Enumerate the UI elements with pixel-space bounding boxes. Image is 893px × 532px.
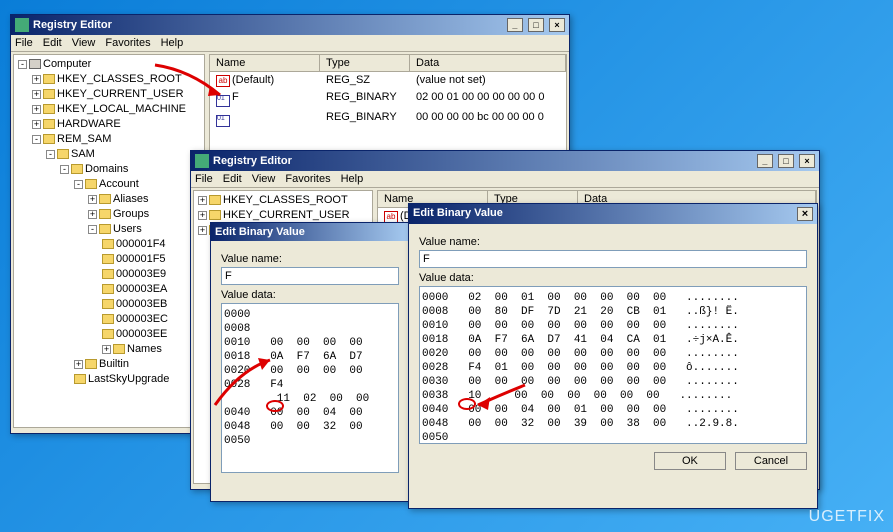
tree-item[interactable]: HKEY_LOCAL_MACHINE [57,103,186,115]
watermark: UGETFIX [809,508,885,526]
tree-item[interactable]: Builtin [99,358,129,370]
cancel-button[interactable]: Cancel [735,452,807,470]
menu-view[interactable]: View [252,173,276,185]
regedit-icon [195,154,209,168]
tree-item[interactable]: 000003EE [116,328,167,340]
col-name[interactable]: Name [210,55,320,71]
value-data-label: Value data: [419,272,807,284]
tree-item[interactable]: Users [113,223,142,235]
tree-item[interactable]: LastSkyUpgrade [88,373,169,385]
tree-item[interactable]: Domains [85,163,128,175]
regedit-icon [15,18,29,32]
menubar-2[interactable]: File Edit View Favorites Help [191,171,819,188]
string-icon: ab [216,75,230,87]
list-row[interactable]: ab(Default) REG_SZ (value not set) [210,72,566,89]
hex-editor-1[interactable]: 0000 0008 0010 00 00 00 00 0018 0A F7 6A… [221,303,399,473]
tree-item[interactable]: Account [99,178,139,190]
close-button[interactable]: × [549,18,565,32]
menu-view[interactable]: View [72,37,96,49]
value-name-label: Value name: [419,236,807,248]
tree-item[interactable]: Names [127,343,162,355]
tree-root[interactable]: Computer [43,58,91,70]
value-name-input[interactable] [419,250,807,268]
tree-item[interactable]: 000001F4 [116,238,166,250]
window-title-1: Registry Editor [33,19,112,31]
binary-icon: 01 [216,95,230,107]
tree-item[interactable]: 000003EC [116,313,168,325]
window-title-2: Registry Editor [213,155,292,167]
maximize-button[interactable]: □ [778,154,794,168]
value-data-label: Value data: [221,289,399,301]
tree-item[interactable]: HKEY_CURRENT_USER [57,88,184,100]
value-name-label: Value name: [221,253,399,265]
col-type[interactable]: Type [320,55,410,71]
tree-item[interactable]: 000001F5 [116,253,166,265]
tree-pane-1[interactable]: -Computer +HKEY_CLASSES_ROOT +HKEY_CURRE… [13,54,205,428]
tree-item[interactable]: HKEY_CURRENT_USER [223,209,350,221]
list-row[interactable]: 01 REG_BINARY 00 00 00 00 bc 00 00 00 0 [210,109,566,129]
minimize-button[interactable]: _ [507,18,523,32]
dialog-title-1[interactable]: Edit Binary Value [211,223,409,241]
tree-item[interactable]: HARDWARE [57,118,121,130]
menu-edit[interactable]: Edit [43,37,62,49]
list-row[interactable]: 01F REG_BINARY 02 00 01 00 00 00 00 00 0 [210,89,566,109]
menu-file[interactable]: File [15,37,33,49]
dialog-close-button[interactable]: × [797,207,813,221]
close-button[interactable]: × [799,154,815,168]
binary-icon: 01 [216,115,230,127]
edit-binary-dialog-2: Edit Binary Value × Value name: Value da… [408,203,818,509]
hex-editor-2[interactable]: 0000 02 00 01 00 00 00 00 00 ........ 00… [419,286,807,444]
menu-favorites[interactable]: Favorites [285,173,330,185]
dialog-title-2[interactable]: Edit Binary Value × [409,204,817,224]
menu-favorites[interactable]: Favorites [105,37,150,49]
tree-item[interactable]: SAM [71,148,95,160]
menubar-1[interactable]: File Edit View Favorites Help [11,35,569,52]
menu-file[interactable]: File [195,173,213,185]
tree-item[interactable]: Groups [113,208,149,220]
titlebar-2[interactable]: Registry Editor _ □ × [191,151,819,171]
ok-button[interactable]: OK [654,452,726,470]
edit-binary-dialog-1: Edit Binary Value Value name: Value data… [210,222,410,502]
maximize-button[interactable]: □ [528,18,544,32]
menu-help[interactable]: Help [161,37,184,49]
minimize-button[interactable]: _ [757,154,773,168]
value-name-input[interactable] [221,267,399,285]
tree-item[interactable]: Aliases [113,193,148,205]
tree-item[interactable]: 000003EB [116,298,167,310]
tree-item[interactable]: HKEY_CLASSES_ROOT [223,194,348,206]
tree-item[interactable]: 000003E9 [116,268,166,280]
tree-item[interactable]: REM_SAM [57,133,111,145]
titlebar-1[interactable]: Registry Editor _ □ × [11,15,569,35]
menu-edit[interactable]: Edit [223,173,242,185]
col-data[interactable]: Data [410,55,566,71]
menu-help[interactable]: Help [341,173,364,185]
tree-item[interactable]: 000003EA [116,283,167,295]
tree-item[interactable]: HKEY_CLASSES_ROOT [57,73,182,85]
